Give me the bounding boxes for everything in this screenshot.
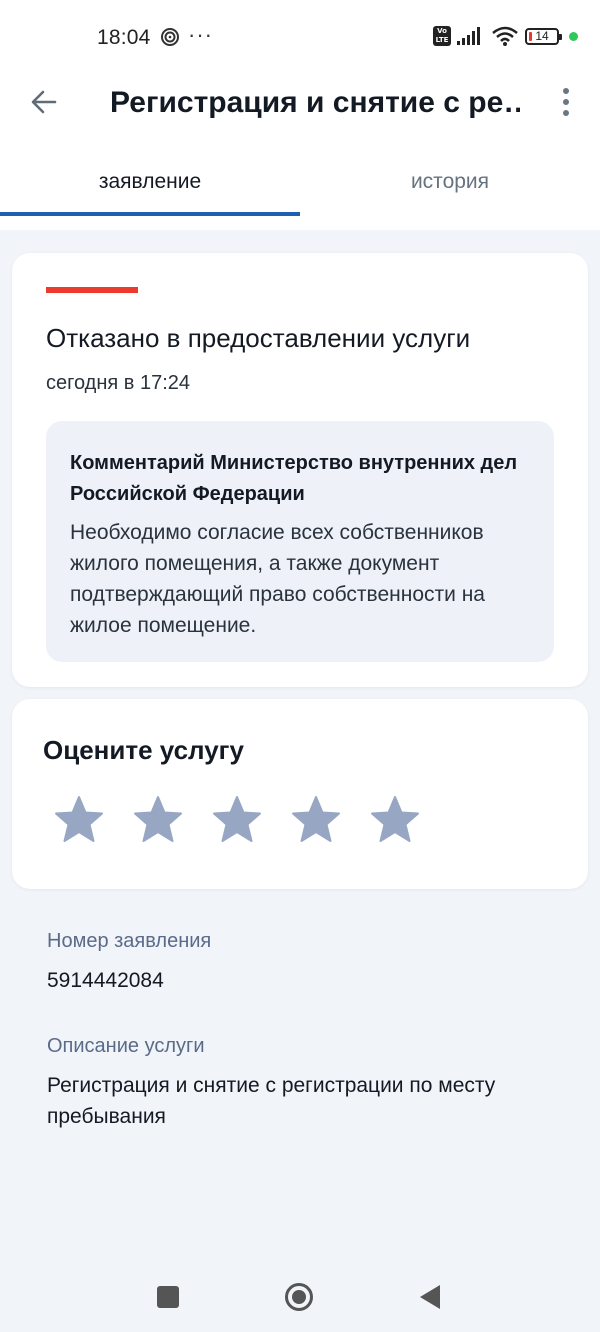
status-title: Отказано в предоставлении услуги — [46, 323, 471, 353]
camera-indicator-icon — [569, 31, 578, 41]
home-button[interactable] — [284, 1282, 314, 1312]
more-options-button[interactable] — [552, 82, 580, 122]
app-bar: Регистрация и снятие с ре… — [0, 78, 600, 128]
status-accent-bar — [46, 287, 138, 293]
nav-back-button[interactable] — [418, 1284, 442, 1310]
status-bar: 18:04 ··· Vo LTE 14 — [0, 0, 600, 78]
battery-level: 14 — [535, 28, 549, 43]
tab-history[interactable]: история — [300, 150, 600, 216]
rating-stars — [54, 795, 420, 845]
status-time: 18:04 — [97, 26, 151, 49]
tab-bar: заявление история — [0, 150, 600, 216]
tab-indicator — [0, 212, 300, 216]
tab-application[interactable]: заявление — [0, 150, 300, 216]
signal-icon — [457, 27, 480, 45]
status-card: Отказано в предоставлении услуги сегодня… — [12, 253, 588, 687]
application-number-value: 5914442084 — [47, 969, 164, 992]
star-icon-4[interactable] — [291, 795, 341, 845]
spiral-icon — [161, 28, 179, 46]
star-icon-5[interactable] — [370, 795, 420, 845]
rating-title: Оцените услугу — [43, 735, 244, 765]
comment-text: Необходимо согласие всех собственников ж… — [70, 521, 485, 637]
service-description-label: Описание услуги — [47, 1035, 205, 1057]
recents-button[interactable] — [157, 1286, 179, 1308]
system-nav-bar — [0, 1262, 600, 1332]
comment-box: Комментарий Министерство внутренних дел … — [46, 421, 554, 662]
arrow-left-icon — [31, 90, 57, 114]
back-button[interactable] — [26, 84, 62, 120]
status-icons: Vo LTE 14 — [433, 26, 578, 46]
status-timestamp: сегодня в 17:24 — [46, 372, 190, 394]
star-icon-3[interactable] — [212, 795, 262, 845]
volte-icon: Vo LTE — [433, 26, 451, 46]
comment-title: Комментарий Министерство внутренних дел … — [70, 452, 518, 505]
star-icon-1[interactable] — [54, 795, 104, 845]
star-icon-2[interactable] — [133, 795, 183, 845]
more-notifications-icon: ··· — [188, 22, 213, 47]
application-number-label: Номер заявления — [47, 930, 212, 952]
service-description-value: Регистрация и снятие с регистрации по ме… — [47, 1074, 496, 1128]
rating-card: Оцените услугу — [12, 699, 588, 889]
page-title: Регистрация и снятие с ре… — [110, 86, 520, 119]
wifi-icon — [492, 26, 518, 46]
more-vertical-icon — [563, 88, 569, 94]
battery-icon: 14 — [525, 27, 562, 45]
